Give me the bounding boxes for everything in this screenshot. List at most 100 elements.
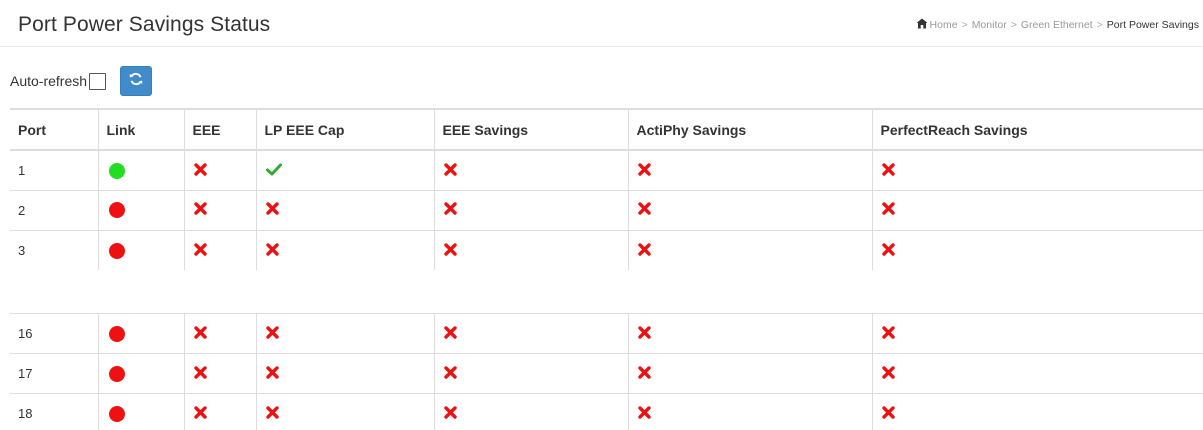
table-row: 16	[10, 313, 1203, 354]
x-icon	[881, 162, 895, 179]
eee-cell	[183, 353, 256, 394]
x-icon	[193, 162, 207, 179]
column-header-lp-eee-cap: LP EEE Cap	[255, 108, 434, 151]
x-icon	[265, 242, 279, 259]
link-down-icon	[108, 242, 125, 259]
x-icon	[193, 406, 207, 422]
port-number: 17	[10, 353, 98, 394]
actiphy-cell	[627, 229, 872, 270]
port-power-table: Port Link EEE LP EEE Cap EEE Savings Act…	[10, 108, 1203, 270]
x-icon	[637, 242, 651, 259]
table-row: 18	[10, 393, 1203, 430]
column-header-perfectreach-savings: PerfectReach Savings	[871, 108, 1203, 151]
lp-eee-cap-cell	[255, 149, 434, 190]
table-row: 2	[10, 189, 1203, 230]
link-down-icon	[108, 365, 125, 382]
auto-refresh-checkbox[interactable]	[89, 72, 107, 90]
check-icon	[265, 163, 282, 179]
eee-savings-cell	[433, 393, 628, 430]
x-icon	[443, 406, 457, 422]
x-icon	[637, 162, 651, 179]
eee-cell	[183, 189, 256, 230]
page-header: Port Power Savings Status Home > Monitor > G…	[0, 0, 1203, 47]
toolbar: Auto-refresh	[10, 66, 153, 96]
breadcrumb-separator: >	[961, 19, 968, 31]
x-icon	[265, 406, 279, 422]
port-number: 2	[10, 189, 98, 230]
perfectreach-cell	[871, 313, 1203, 354]
table-header-row: Port Link EEE LP EEE Cap EEE Savings Act…	[10, 108, 1203, 151]
table-row: 3	[10, 229, 1203, 270]
x-icon	[881, 366, 895, 382]
actiphy-cell	[627, 189, 872, 230]
column-header-port: Port	[10, 108, 98, 151]
x-icon	[443, 162, 457, 179]
eee-cell	[183, 393, 256, 430]
port-number: 1	[10, 149, 98, 190]
port-number: 18	[10, 393, 98, 430]
table-row: 17	[10, 353, 1203, 394]
breadcrumb-monitor[interactable]: Monitor	[972, 19, 1007, 31]
x-icon	[193, 366, 207, 382]
breadcrumb-separator: >	[1096, 19, 1103, 31]
port-number: 16	[10, 313, 98, 354]
breadcrumb-green-ethernet[interactable]: Green Ethernet	[1021, 19, 1093, 31]
link-cell	[97, 313, 184, 354]
perfectreach-cell	[871, 393, 1203, 430]
eee-savings-cell	[433, 353, 628, 394]
lp-eee-cap-cell	[255, 189, 434, 230]
eee-savings-cell	[433, 229, 628, 270]
eee-cell	[183, 149, 256, 190]
x-icon	[443, 202, 457, 218]
auto-refresh-label: Auto-refresh	[10, 73, 88, 89]
actiphy-cell	[627, 313, 872, 354]
x-icon	[881, 406, 895, 422]
link-cell	[97, 353, 184, 394]
x-icon	[443, 242, 457, 259]
link-up-icon	[108, 162, 125, 179]
x-icon	[193, 202, 207, 218]
lp-eee-cap-cell	[255, 393, 434, 430]
breadcrumb-port-power-savings: Port Power Savings	[1106, 19, 1199, 31]
x-icon	[637, 406, 651, 422]
x-icon	[881, 202, 895, 218]
page-title: Port Power Savings Status	[18, 13, 271, 36]
x-icon	[637, 326, 651, 342]
actiphy-cell	[627, 353, 872, 394]
breadcrumb-separator: >	[1010, 19, 1017, 31]
x-icon	[265, 202, 279, 218]
port-power-table-continued: 16 17 18	[10, 313, 1203, 430]
link-down-icon	[108, 406, 125, 423]
x-icon	[265, 326, 279, 342]
link-cell	[97, 149, 184, 190]
link-cell	[97, 229, 184, 270]
breadcrumb-home[interactable]: Home	[930, 19, 958, 31]
link-down-icon	[108, 202, 125, 219]
refresh-button[interactable]	[120, 66, 153, 96]
perfectreach-cell	[871, 353, 1203, 394]
eee-cell	[183, 229, 256, 270]
perfectreach-cell	[871, 189, 1203, 230]
eee-savings-cell	[433, 149, 628, 190]
x-icon	[193, 326, 207, 342]
eee-savings-cell	[433, 189, 628, 230]
x-icon	[443, 326, 457, 342]
x-icon	[193, 242, 207, 259]
home-icon[interactable]	[916, 18, 928, 32]
column-header-eee-savings: EEE Savings	[433, 108, 628, 151]
column-header-eee: EEE	[183, 108, 256, 151]
table-row: 1	[10, 149, 1203, 190]
x-icon	[265, 366, 279, 382]
lp-eee-cap-cell	[255, 313, 434, 354]
x-icon	[637, 202, 651, 218]
column-header-actiphy-savings: ActiPhy Savings	[627, 108, 872, 151]
x-icon	[637, 366, 651, 382]
link-down-icon	[108, 325, 125, 342]
breadcrumb: Home > Monitor > Green Ethernet > Port Power S…	[916, 18, 1199, 32]
eee-savings-cell	[433, 313, 628, 354]
lp-eee-cap-cell	[255, 353, 434, 394]
port-number: 3	[10, 229, 98, 270]
refresh-icon	[129, 72, 143, 91]
column-header-link: Link	[97, 108, 184, 151]
link-cell	[97, 393, 184, 430]
